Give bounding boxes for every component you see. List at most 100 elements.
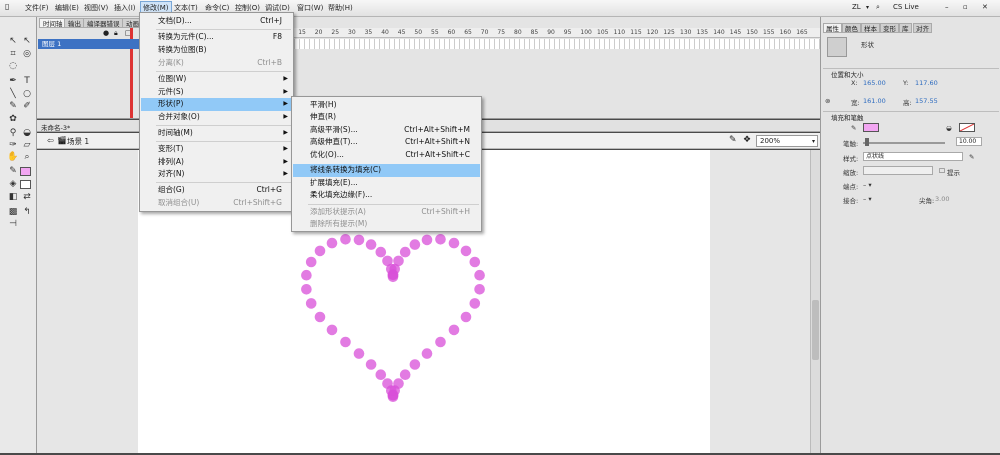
fill-color-swatch[interactable] <box>20 180 31 189</box>
menu-item-bitmap[interactable]: 位图(W) ▶ <box>141 73 292 86</box>
menu-item-smooth[interactable]: 平滑(H) <box>293 99 480 112</box>
menu-item-optimize[interactable]: 优化(O)... Ctrl+Alt+Shift+C <box>293 149 480 162</box>
lock-icon[interactable]: 🔒︎ <box>114 29 118 38</box>
hand-tool-icon[interactable]: ✋ <box>6 151 20 163</box>
eye-icon[interactable]: ● <box>103 29 109 37</box>
menu-window[interactable]: 窗口(W) <box>297 3 323 13</box>
cs-live-button[interactable]: CS Live <box>893 3 919 11</box>
stroke-slider[interactable] <box>863 142 945 144</box>
black-white-icon[interactable]: ◧ <box>6 191 20 203</box>
tab-library[interactable]: 库 <box>899 23 912 33</box>
stroke-slider-handle[interactable] <box>865 138 869 146</box>
tab-compiler-errors[interactable]: 编译器错误 <box>83 18 124 28</box>
eyedropper-icon[interactable]: ✑ <box>6 139 20 151</box>
hint-checkbox[interactable]: ☐ <box>939 167 945 175</box>
rectangle-tool-icon[interactable]: ○ <box>20 88 34 100</box>
menu-item-straighten[interactable]: 伸直(R) <box>293 111 480 124</box>
line-tool-icon[interactable]: ╲ <box>6 88 20 100</box>
straighten-icon[interactable]: ⊣ <box>6 218 20 230</box>
tab-transform[interactable]: 变形 <box>880 23 899 33</box>
menu-insert[interactable]: 插入(I) <box>114 3 136 13</box>
menu-item-remove-all-hints[interactable]: 删除所有提示(M) <box>293 218 480 231</box>
stroke-color-swatch[interactable] <box>20 167 31 176</box>
menu-item-transform[interactable]: 变形(T) ▶ <box>141 143 292 156</box>
fill-color-icon[interactable]: ◈ <box>6 178 20 190</box>
selection-tool-icon[interactable]: ↖ <box>6 35 20 47</box>
menu-view[interactable]: 视图(V) <box>84 3 108 13</box>
cap-select[interactable]: – ▾ <box>863 181 872 189</box>
menu-item-soften-fill-edges[interactable]: 柔化填充边缘(F)... <box>293 189 480 202</box>
text-tool-icon[interactable]: T <box>20 75 34 87</box>
tab-timeline[interactable]: 时间轴 <box>39 18 67 28</box>
restore-icon[interactable]: ▫ <box>963 3 968 11</box>
minimize-icon[interactable]: – <box>945 3 949 11</box>
tab-swatches[interactable]: 样本 <box>861 23 880 33</box>
zoom-select[interactable]: 200% ▾ <box>756 135 818 147</box>
menu-item-arrange[interactable]: 排列(A) ▶ <box>141 156 292 169</box>
width-value[interactable]: 161.00 <box>863 97 886 105</box>
search-icon[interactable]: ⌕ <box>876 3 880 12</box>
scrollbar-thumb[interactable] <box>812 300 819 360</box>
free-transform-icon[interactable]: ⌗ <box>6 48 20 60</box>
stroke-color-icon[interactable]: ✎ <box>6 165 20 177</box>
pen-icon[interactable]: ✒ <box>6 75 20 87</box>
fill-swatch[interactable] <box>959 123 975 132</box>
menu-item-break-apart[interactable]: 分离(K) Ctrl+B <box>141 57 292 70</box>
user-label[interactable]: ZL <box>852 3 861 11</box>
tab-color[interactable]: 颜色 <box>842 23 861 33</box>
menu-item-group[interactable]: 组合(G) Ctrl+G <box>141 184 292 197</box>
zoom-tool-icon[interactable]: ⌕ <box>20 151 34 163</box>
menu-item-shape[interactable]: 形状(P) ▶ <box>141 98 292 111</box>
menu-item-ungroup[interactable]: 取消组合(U) Ctrl+Shift+G <box>141 197 292 210</box>
menu-item-symbol[interactable]: 元件(S) ▶ <box>141 86 292 99</box>
section-fill-stroke[interactable]: 填充和笔触 <box>823 111 999 122</box>
tab-align[interactable]: 对齐 <box>913 23 932 33</box>
tab-output[interactable]: 输出 <box>64 18 85 28</box>
menu-item-document[interactable]: 文档(D)... Ctrl+J <box>141 15 292 28</box>
menu-item-timeline[interactable]: 时间轴(M) ▶ <box>141 127 292 140</box>
menu-item-add-shape-hint[interactable]: 添加形状提示(A) Ctrl+Shift+H <box>293 206 480 219</box>
x-value[interactable]: 165.00 <box>863 79 886 87</box>
menu-edit[interactable]: 编辑(E) <box>55 3 79 13</box>
join-select[interactable]: – ▾ <box>863 195 872 203</box>
3d-rotation-icon[interactable]: ◎ <box>20 48 34 60</box>
document-tab[interactable]: 未命名-3* <box>41 122 70 132</box>
menu-item-advanced-smooth[interactable]: 高级平滑(S)... Ctrl+Alt+Shift+M <box>293 124 480 137</box>
brush-icon[interactable]: ✐ <box>20 100 34 112</box>
edit-symbol-icon[interactable]: ❖ <box>743 135 751 145</box>
lasso-icon[interactable]: ◌ <box>6 60 20 72</box>
stroke-field[interactable]: 10.00 <box>956 137 982 146</box>
menu-item-align[interactable]: 对齐(N) ▶ <box>141 168 292 181</box>
y-value[interactable]: 117.60 <box>915 79 938 87</box>
back-arrow-icon[interactable]: ⇦ <box>47 136 54 145</box>
bone-tool-icon[interactable]: ⚲ <box>6 127 20 139</box>
height-value[interactable]: 157.55 <box>915 97 938 105</box>
snap-icon[interactable]: ▩ <box>6 206 20 218</box>
menu-item-convert-symbol[interactable]: 转换为元件(C)... F8 <box>141 31 292 44</box>
link-icon[interactable]: ⊚ <box>825 97 830 105</box>
smooth-icon[interactable]: ↰ <box>20 206 34 218</box>
paint-bucket-icon[interactable]: ◒ <box>20 127 34 139</box>
menu-help[interactable]: 帮助(H) <box>328 3 353 13</box>
frame-strip[interactable] <box>255 39 820 49</box>
scale-select[interactable] <box>863 166 933 175</box>
menu-item-expand-fill[interactable]: 扩展填充(E)... <box>293 177 480 190</box>
close-icon[interactable]: ✕ <box>982 3 988 11</box>
menu-item-convert-bitmap[interactable]: 转换为位图(B) <box>141 44 292 57</box>
section-position-size[interactable]: 位置和大小 <box>823 68 999 79</box>
swap-colors-icon[interactable]: ⇄ <box>20 191 34 203</box>
menu-item-convert-lines-to-fills[interactable]: 将线条转换为填充(C) <box>293 164 480 177</box>
subselection-tool-icon[interactable]: ↖ <box>20 35 34 47</box>
menu-item-combine-objects[interactable]: 合并对象(O) ▶ <box>141 111 292 124</box>
vertical-scrollbar[interactable] <box>810 150 820 453</box>
style-select[interactable]: 点状线 <box>863 152 963 161</box>
chevron-down-icon[interactable]: ▾ <box>812 136 815 147</box>
stroke-swatch[interactable] <box>863 123 879 132</box>
miter-value[interactable]: 3.00 <box>935 195 949 203</box>
menu-file[interactable]: 文件(F) <box>25 3 49 13</box>
edit-style-icon[interactable]: ✎ <box>969 153 974 161</box>
edit-scene-icon[interactable]: ✎ <box>729 135 737 145</box>
menu-item-advanced-straighten[interactable]: 高级伸直(T)... Ctrl+Alt+Shift+N <box>293 136 480 149</box>
chevron-down-icon[interactable]: ▾ <box>866 4 869 11</box>
eraser-icon[interactable]: ▱ <box>20 139 34 151</box>
